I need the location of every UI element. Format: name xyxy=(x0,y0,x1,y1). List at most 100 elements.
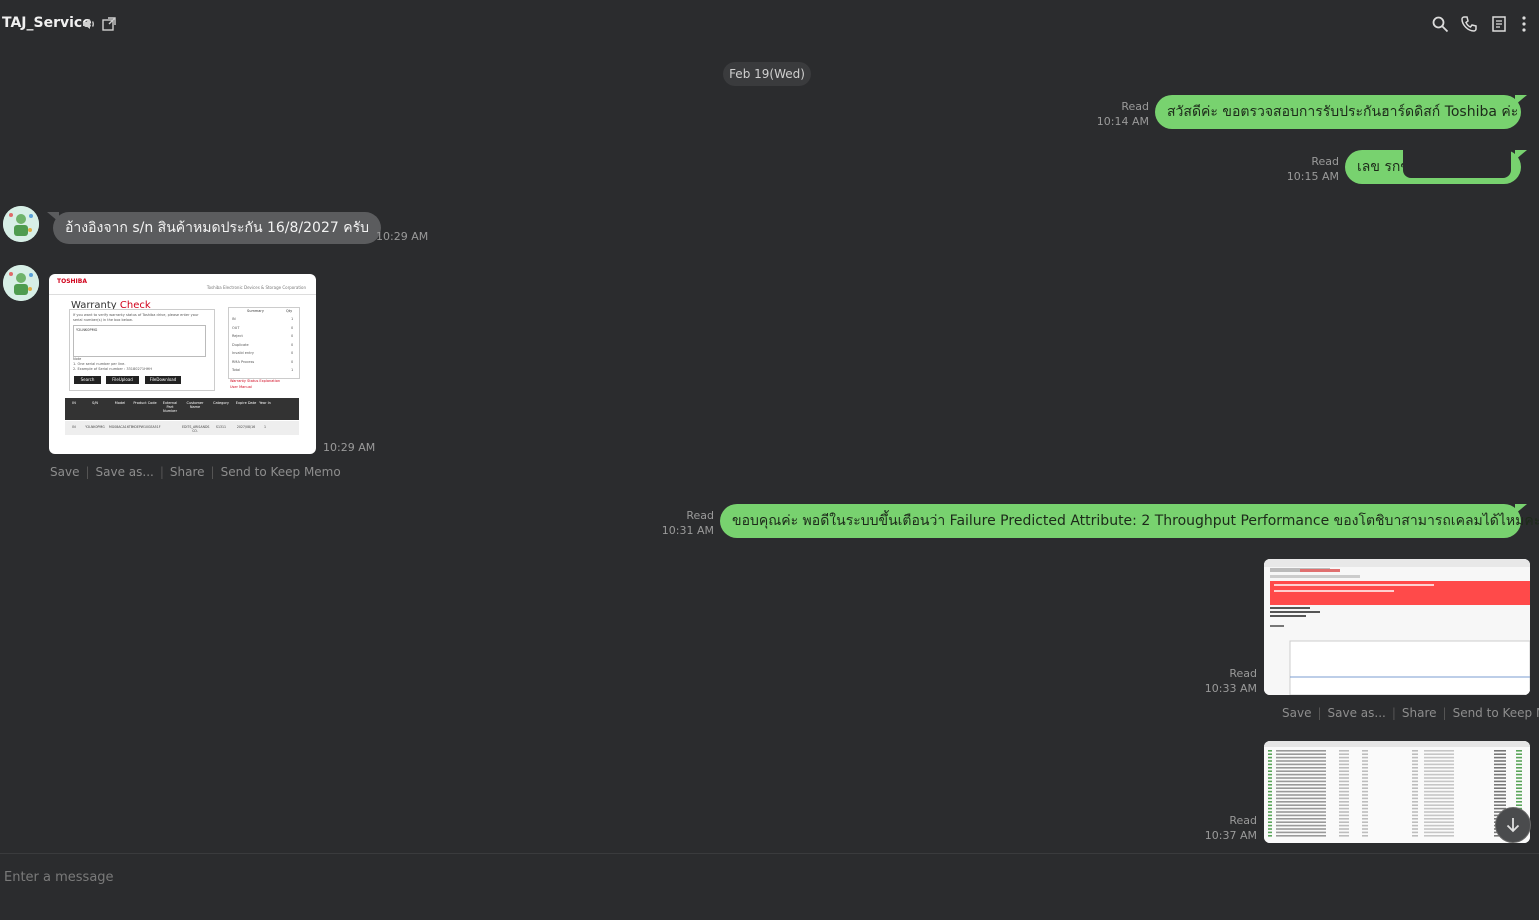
share-action[interactable]: Share xyxy=(170,465,205,479)
message-bubble-outgoing[interactable]: เลข รกข xyxy=(1345,150,1521,184)
read-status: Read xyxy=(686,509,714,522)
result-head-cell: S/N xyxy=(91,401,99,405)
disk-health-screenshot[interactable] xyxy=(1264,559,1530,695)
message-input[interactable] xyxy=(0,862,1506,892)
avatar-image xyxy=(3,265,39,301)
separator: | xyxy=(210,465,215,479)
search-button: Search xyxy=(74,376,101,384)
summary-cell: Total xyxy=(232,368,241,372)
result-head-cell: Year In xyxy=(259,401,271,405)
separator: | xyxy=(1442,706,1447,720)
share-action[interactable]: Share xyxy=(1402,706,1437,720)
smart-table-image xyxy=(1264,741,1530,843)
image-actions: Save | Save as... | Share | Send to Keep Memo xyxy=(50,465,341,479)
message-time: 10:29 AM xyxy=(376,230,429,243)
result-head-cell: Model xyxy=(114,401,126,405)
search-icon[interactable] xyxy=(1430,14,1450,34)
result-cell: 1 xyxy=(263,425,267,429)
summary-qty: 0 xyxy=(291,325,294,330)
summary-cell: Invalid entry xyxy=(232,351,254,355)
message-bubble-outgoing[interactable]: ขอบคุณค่ะ พอดีในระบบขึ้นเตือนว่า Failure… xyxy=(720,504,1539,538)
composer xyxy=(0,853,1539,920)
avatar-image xyxy=(3,206,39,242)
summary-qty: 1 xyxy=(291,368,294,372)
note-line: 2. Example of Serial number : 33180271HH… xyxy=(73,367,153,371)
message-bubble-outgoing[interactable]: สวัสดีค่ะ ขอตรวจสอบการรับประกันฮาร์ดดิสก… xyxy=(1155,95,1521,129)
message-text: เลข รกข xyxy=(1357,159,1410,175)
serial-value: Y2LNK0PMG xyxy=(76,328,98,332)
result-head-cell: External Part Number xyxy=(162,401,178,413)
summary-table: Summary Qty IN 1 OUT 0 Reject 0 Duplicate 0 Inva… xyxy=(228,307,300,379)
result-table-header: IN S/N Model Product Code External Part Numb… xyxy=(65,398,299,420)
result-cell: S1311 xyxy=(215,425,227,429)
chat-title[interactable]: TAJ_Service xyxy=(2,15,92,31)
chat-header: TAJ_Service xyxy=(0,0,1539,48)
message-time: 10:15 AM xyxy=(1286,170,1339,183)
hint-text: If you want to verify warranty status of… xyxy=(73,313,199,322)
message-time: 10:31 AM xyxy=(661,524,714,537)
summary-qty: 0 xyxy=(291,342,294,347)
read-status: Read xyxy=(1229,667,1257,680)
message-time: 10:33 AM xyxy=(1204,682,1257,695)
result-cell: Y2LNK0PMG xyxy=(85,425,105,429)
summary-cell: Duplicate xyxy=(232,342,249,347)
message-text: อ้างอิงจาก s/n สินค้าหมดประกัน 16/8/2027… xyxy=(65,220,369,236)
result-head-cell: Category xyxy=(213,401,229,405)
message-text: ขอบคุณค่ะ พอดีในระบบขึ้นเตือนว่า Failure… xyxy=(732,513,1539,529)
summary-cell: RMA Process xyxy=(232,359,255,364)
summary-qty: 1 xyxy=(291,317,294,321)
redaction-mask xyxy=(1403,150,1511,178)
read-status: Read xyxy=(1229,814,1257,827)
manual-link: User Manual xyxy=(230,385,252,389)
avatar[interactable] xyxy=(3,206,39,242)
more-icon[interactable] xyxy=(1514,14,1534,34)
image-actions: Save | Save as... | Share | Send to Keep Memo xyxy=(1282,706,1539,720)
result-head-cell: Customer Name xyxy=(186,401,204,409)
message-time: 10:14 AM xyxy=(1096,115,1149,128)
note-label: Note xyxy=(73,357,82,361)
note-line: 1. One serial number per line. xyxy=(73,362,126,366)
summary-cell: OUT xyxy=(232,325,240,330)
serial-textarea: Y2LNK0PMG xyxy=(73,325,206,357)
save-action[interactable]: Save xyxy=(50,465,79,479)
summary-cell: Reject xyxy=(232,334,243,338)
read-status: Read xyxy=(1311,155,1339,168)
message-meta: Read 10:15 AM xyxy=(1259,154,1339,184)
result-cell: EDITS_ARISANDS CO. xyxy=(182,425,210,433)
save-action[interactable]: Save xyxy=(1282,706,1311,720)
file-upload-button: FileUpload xyxy=(106,376,139,384)
message-meta: Read 10:31 AM xyxy=(634,508,714,538)
summary-qty: 0 xyxy=(291,334,294,338)
toshiba-logo: TOSHIBA xyxy=(57,278,87,285)
separator: | xyxy=(1391,706,1396,720)
result-table-row: IN Y2LNK0PMG MG08ACA16TE HDEPW10GEA51F EDITS… xyxy=(65,421,299,435)
summary-cell: IN xyxy=(232,317,236,321)
separator: | xyxy=(85,465,90,479)
keep-memo-action[interactable]: Send to Keep Memo xyxy=(221,465,341,479)
separator: | xyxy=(1317,706,1322,720)
result-head-cell: IN xyxy=(72,401,76,405)
summary-header: Qty xyxy=(286,309,293,313)
status-link: Warranty Status Explanation xyxy=(230,379,281,383)
disk-health-image xyxy=(1264,559,1530,695)
popout-icon[interactable] xyxy=(99,14,119,34)
message-time: 10:29 AM xyxy=(323,441,376,454)
phone-icon[interactable] xyxy=(1459,14,1479,34)
message-meta: Read 10:37 AM xyxy=(1177,813,1257,843)
smart-attributes-screenshot[interactable] xyxy=(1264,741,1530,843)
avatar[interactable] xyxy=(3,265,39,301)
message-time: 10:37 AM xyxy=(1204,829,1257,842)
keep-memo-action[interactable]: Send to Keep Memo xyxy=(1453,706,1539,720)
summary-qty: 0 xyxy=(291,351,294,355)
save-as-action[interactable]: Save as... xyxy=(96,465,154,479)
notes-icon[interactable] xyxy=(1489,14,1509,34)
warranty-check-screenshot[interactable]: TOSHIBA Toshiba Electronic Devices & Sto… xyxy=(49,274,316,454)
result-cell: IN xyxy=(72,425,76,429)
speaker-icon[interactable] xyxy=(80,14,100,34)
save-as-action[interactable]: Save as... xyxy=(1328,706,1386,720)
message-meta: Read 10:14 AM xyxy=(1069,99,1149,129)
result-cell: HDEPW10GEA51F xyxy=(132,425,161,429)
result-head-cell: Expire Date xyxy=(235,401,257,405)
scroll-to-bottom-button[interactable] xyxy=(1495,807,1531,843)
message-bubble-incoming[interactable]: อ้างอิงจาก s/n สินค้าหมดประกัน 16/8/2027… xyxy=(53,212,381,244)
